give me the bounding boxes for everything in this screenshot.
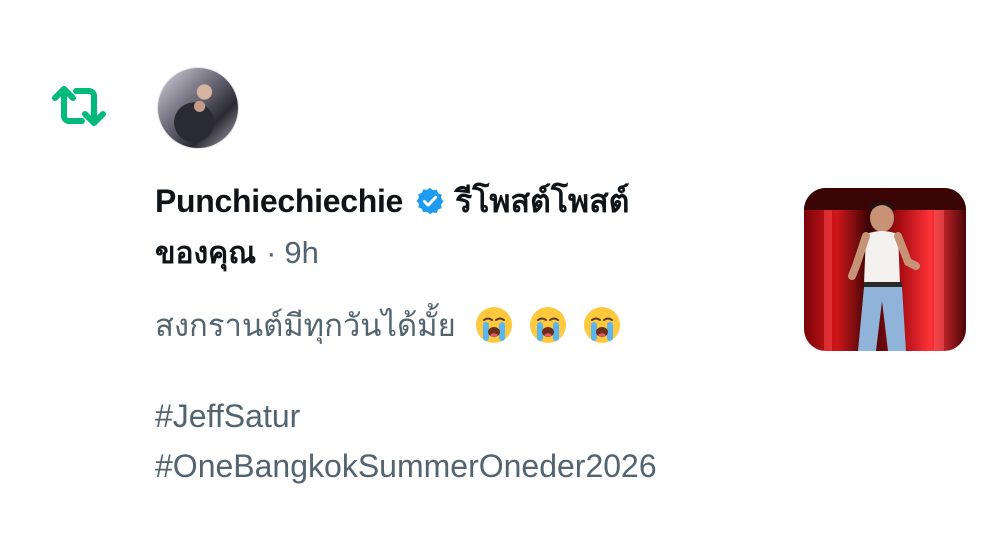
loudly-crying-face-icon — [475, 307, 512, 343]
verified-badge-icon — [416, 187, 444, 215]
hashtag-jeffsatur[interactable]: #JeffSatur — [155, 398, 300, 435]
separator-dot: · — [266, 235, 277, 270]
hashtag-onebangkok[interactable]: #OneBangkokSummerOneder2026 — [155, 448, 657, 485]
loudly-crying-face-icon — [583, 307, 620, 343]
notification-subline: ของคุณ · 9h — [155, 230, 319, 276]
notification-header: Punchiechiechie รีโพสต์โพสต์ — [155, 178, 629, 224]
post-timestamp[interactable]: 9h — [284, 235, 318, 271]
loudly-crying-face-icon — [529, 307, 566, 343]
performer-figure — [804, 188, 966, 351]
concert-photo-thumbnail[interactable] — [804, 188, 966, 351]
notification-action-text: รีโพสต์โพสต์ — [455, 181, 630, 220]
retweet-icon — [52, 86, 106, 126]
notification-action-suffix: ของคุณ — [155, 235, 257, 271]
emoji-group — [456, 305, 622, 345]
avatar[interactable] — [157, 67, 239, 149]
post-text: สงกรานต์มีทุกวันได้มั้ย — [155, 308, 456, 344]
author-display-name[interactable]: Punchiechiechie — [155, 183, 403, 220]
post-body: สงกรานต์มีทุกวันได้มั้ย — [155, 302, 622, 348]
